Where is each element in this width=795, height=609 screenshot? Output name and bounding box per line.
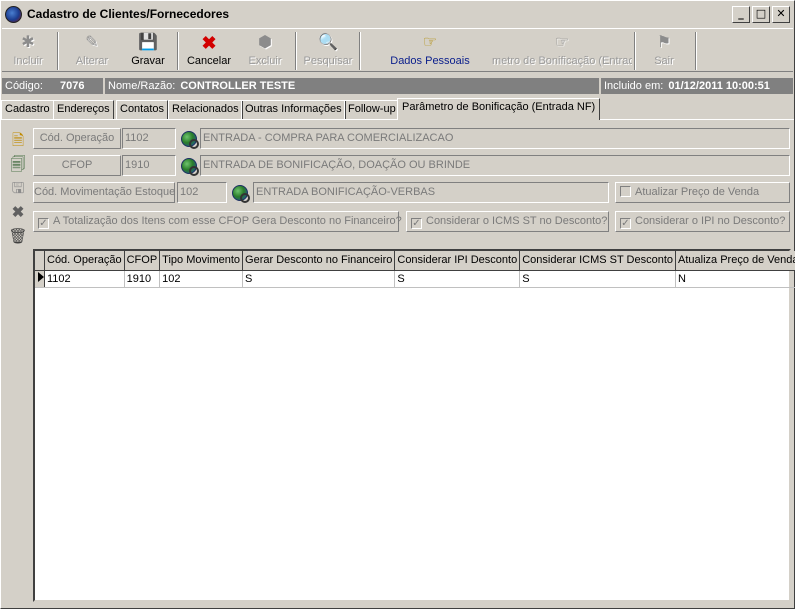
cod-operacao-desc: ENTRADA - COMPRA PARA COMERCIALIZACAO xyxy=(200,128,790,149)
table-cell[interactable]: S xyxy=(519,270,677,288)
toolbar-separator xyxy=(177,32,179,70)
mov-estoque-desc: ENTRADA BONIFICAÇÃO-VERBAS xyxy=(253,182,609,203)
delete-x-icon[interactable]: ✖ xyxy=(8,201,28,225)
tab-parametro-bonificacao[interactable]: Parâmetro de Bonificação (Entrada NF) xyxy=(397,98,601,120)
nome-value: CONTROLLER TESTE xyxy=(180,80,296,92)
totalizacao-group: ✓ A Totalização dos Itens com esse CFOP G… xyxy=(33,211,402,232)
ipi-checkbox[interactable]: ✓ xyxy=(620,218,631,229)
pointing-hand-icon: ☞ xyxy=(554,34,570,51)
search-icon: 🔍 xyxy=(318,34,338,51)
table-row[interactable]: 1102 1910 102 S S S N xyxy=(35,270,795,288)
window-controls: _ □ ✕ xyxy=(732,6,790,23)
title-bar: Cadastro de Clientes/Fornecedores _ □ ✕ xyxy=(2,2,793,26)
column-header[interactable]: Atualiza Preço de Venda xyxy=(675,251,795,271)
ipi-group: ✓ Considerar o IPI no Desconto? xyxy=(615,211,790,232)
row-indicator xyxy=(35,270,45,288)
incluido-panel: Incluido em: 01/12/2011 10:00:51 xyxy=(601,78,793,94)
pointing-hand-icon: ☞ xyxy=(422,34,438,51)
grid-header-row: Cód. Operação CFOP Tipo Movimento Gerar … xyxy=(35,251,795,271)
row-indicator-header xyxy=(35,251,45,271)
current-row-arrow-icon xyxy=(38,272,44,282)
red-x-icon: ✖ xyxy=(201,33,217,53)
new-document-icon[interactable]: 🗎 xyxy=(8,129,28,153)
tab-contatos[interactable]: Contatos xyxy=(116,100,169,119)
nome-panel: Nome/Razão: CONTROLLER TESTE xyxy=(105,78,599,94)
save-icon[interactable]: 🖫 xyxy=(8,177,28,201)
incluido-value: 01/12/2011 10:00:51 xyxy=(668,80,770,92)
table-cell[interactable]: S xyxy=(394,270,521,288)
tab-enderecos[interactable]: Endereços xyxy=(53,100,114,119)
grid-table: Cód. Operação CFOP Tipo Movimento Gerar … xyxy=(35,251,795,288)
column-header[interactable]: Tipo Movimento xyxy=(159,251,244,271)
excluir-button[interactable]: ⬢ Excluir xyxy=(243,31,287,71)
mov-estoque-field[interactable]: 102 xyxy=(177,182,227,203)
close-window-button[interactable]: ✕ xyxy=(772,6,790,23)
toolbar-separator xyxy=(295,32,297,70)
sair-button[interactable]: ⚑ Sair xyxy=(644,31,684,71)
maximize-button[interactable]: □ xyxy=(752,6,770,23)
icms-st-checkbox[interactable]: ✓ xyxy=(411,218,422,229)
cfop-desc: ENTRADA DE BONIFICAÇÃO, DOAÇÃO OU BRINDE xyxy=(200,155,790,176)
exit-door-icon: ⚑ xyxy=(656,34,672,51)
side-toolbar: 🗎 🗐 🖫 ✖ 🗑 xyxy=(8,129,28,249)
tab-strip: Cadastro Endereços Contatos Relacionados… xyxy=(1,98,795,120)
gravar-button[interactable]: 💾 Gravar xyxy=(126,31,170,71)
lookup-globe-icon[interactable] xyxy=(232,185,250,203)
pesquisar-button[interactable]: 🔍 Pesquisar xyxy=(300,31,356,71)
table-cell[interactable]: 1102 xyxy=(44,270,125,288)
alterar-button[interactable]: ✎ Alterar xyxy=(70,31,114,71)
app-globe-icon xyxy=(5,5,22,23)
atualizar-preco-checkbox[interactable] xyxy=(620,186,631,197)
edit-document-icon[interactable]: 🗐 xyxy=(8,153,28,177)
table-cell[interactable]: 1910 xyxy=(124,270,161,288)
totalizacao-checkbox[interactable]: ✓ xyxy=(38,218,49,229)
column-header[interactable]: Considerar IPI Desconto xyxy=(394,251,521,271)
lookup-globe-icon[interactable] xyxy=(181,131,199,149)
column-header[interactable]: CFOP xyxy=(124,251,161,271)
window-title: Cadastro de Clientes/Fornecedores xyxy=(27,7,230,21)
edit-icon: ✎ xyxy=(85,34,99,51)
toolbar-separator xyxy=(634,32,636,70)
cod-operacao-field[interactable]: 1102 xyxy=(122,128,176,149)
parametro-bonificacao-button[interactable]: ☞ metro de Bonificação (Entrac xyxy=(492,31,632,71)
toolbar-separator xyxy=(695,32,697,70)
table-cell[interactable]: S xyxy=(242,270,396,288)
cfop-field[interactable]: 1910 xyxy=(122,155,176,176)
column-header[interactable]: Gerar Desconto no Financeiro xyxy=(242,251,396,271)
cod-operacao-label: Cód. Operação xyxy=(33,128,121,149)
tab-outras-informacoes[interactable]: Outras Informações xyxy=(241,100,346,119)
table-cell[interactable]: 102 xyxy=(159,270,244,288)
icms-st-group: ✓ Considerar o ICMS ST no Desconto? xyxy=(406,211,609,232)
floppy-disk-icon: 💾 xyxy=(138,34,158,51)
codigo-panel: Código: 7076 xyxy=(2,78,103,94)
tab-cadastro[interactable]: Cadastro xyxy=(1,100,54,119)
mov-estoque-label: Cód. Movimentação Estoque xyxy=(33,182,175,203)
toolbar-separator xyxy=(57,32,59,70)
column-header[interactable]: Considerar ICMS ST Desconto xyxy=(519,251,677,271)
tab-relacionados[interactable]: Relacionados xyxy=(168,100,243,119)
cfop-label: CFOP xyxy=(33,155,121,176)
toolbar-separator xyxy=(359,32,361,70)
lookup-globe-icon[interactable] xyxy=(181,158,199,176)
trash-icon: ⬢ xyxy=(258,34,272,51)
minimize-button[interactable]: _ xyxy=(732,6,750,23)
codigo-value: 7076 xyxy=(59,80,85,92)
column-header[interactable]: Cód. Operação xyxy=(44,251,125,271)
incluir-button[interactable]: ✱ Incluir xyxy=(8,31,48,71)
trash-bin-icon[interactable]: 🗑 xyxy=(8,225,28,249)
main-window: Cadastro de Clientes/Fornecedores _ □ ✕ … xyxy=(0,0,795,609)
cancelar-button[interactable]: ✖ Cancelar xyxy=(184,31,234,71)
dados-pessoais-button[interactable]: ☞ Dados Pessoais xyxy=(387,31,473,71)
data-grid[interactable]: Cód. Operação CFOP Tipo Movimento Gerar … xyxy=(33,249,795,602)
table-cell[interactable]: N xyxy=(675,270,795,288)
atualizar-preco-group: Atualizar Preço de Venda xyxy=(615,182,790,203)
new-record-icon: ✱ xyxy=(21,34,35,51)
toolbar: ✱ Incluir ✎ Alterar 💾 Gravar ✖ Cancelar … xyxy=(2,28,793,72)
tab-follow-up[interactable]: Follow-up xyxy=(344,100,400,119)
